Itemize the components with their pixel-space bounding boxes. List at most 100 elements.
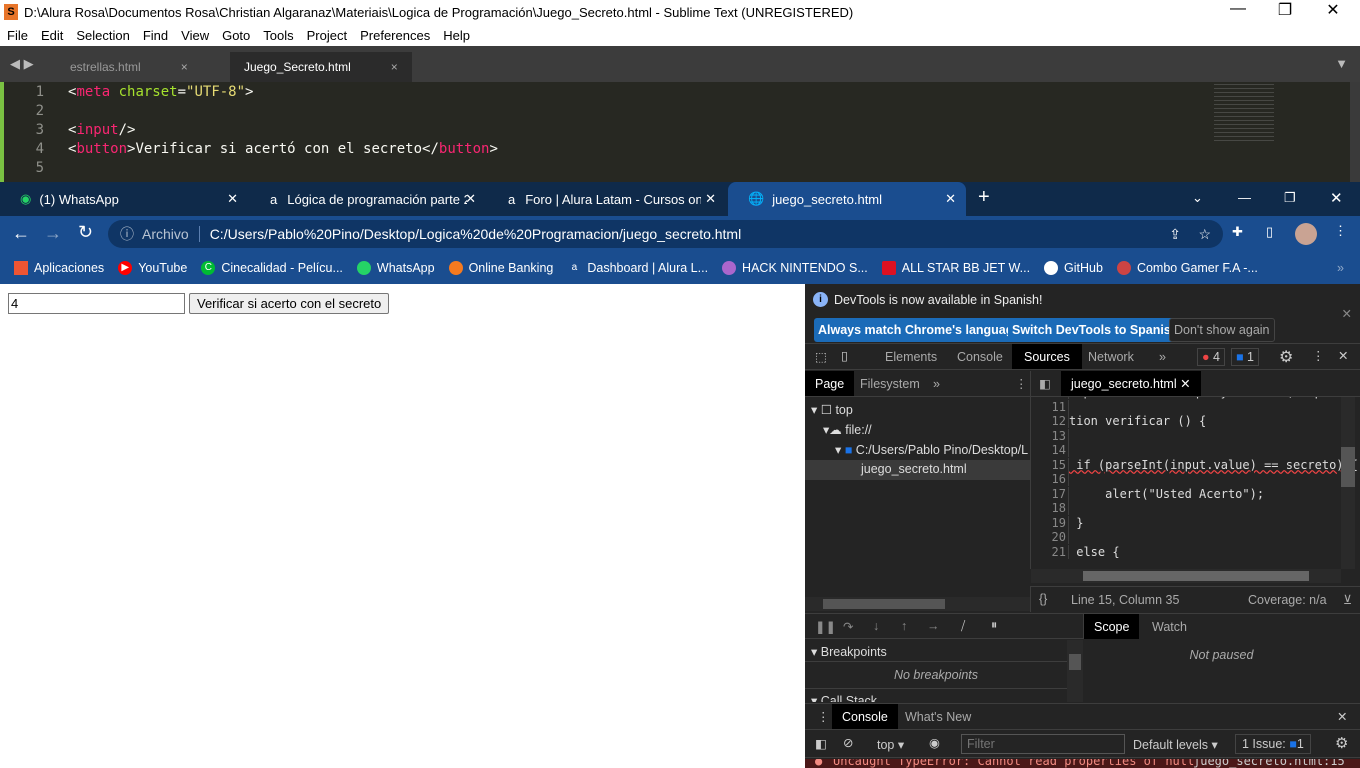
- bookmark-cinecalidad[interactable]: C Cinecalidad - Pelícu...: [201, 261, 343, 275]
- menu-view[interactable]: View: [181, 28, 209, 43]
- live-expression-eye-icon[interactable]: ◉: [929, 735, 940, 750]
- tree-item-top[interactable]: ▾ ☐ top: [811, 402, 853, 417]
- menu-goto[interactable]: Goto: [222, 28, 250, 43]
- close-tab-icon[interactable]: ✕: [227, 191, 238, 207]
- tab-drawer-console[interactable]: Console: [832, 704, 898, 729]
- menu-tools[interactable]: Tools: [263, 28, 293, 43]
- step-into-icon[interactable]: ↓: [873, 619, 879, 633]
- console-sidebar-icon[interactable]: ◧: [815, 736, 827, 751]
- minimize-button[interactable]: —: [1238, 190, 1251, 205]
- tab-elements[interactable]: Elements: [875, 344, 947, 369]
- forward-icon[interactable]: →: [44, 223, 62, 244]
- error-source-link[interactable]: juego_secreto.html:15: [1193, 759, 1345, 768]
- menu-find[interactable]: Find: [143, 28, 168, 43]
- more-nav-tabs-icon[interactable]: »: [923, 371, 950, 396]
- log-levels-dropdown[interactable]: Default levels ▾: [1133, 737, 1218, 752]
- tree-item-juego-secreto[interactable]: juego_secreto.html: [805, 460, 1030, 480]
- deactivate-breakpoints-icon[interactable]: ⧸: [961, 619, 965, 634]
- bookmark-online-banking[interactable]: Online Banking: [448, 261, 553, 275]
- tab-juego-secreto[interactable]: 🌐 juego_secreto.html ✕: [728, 182, 966, 216]
- tab-sources[interactable]: Sources: [1012, 344, 1082, 369]
- close-drawer-icon[interactable]: ✕: [1337, 709, 1347, 724]
- tab-search-icon[interactable]: ⌄: [1192, 190, 1203, 206]
- breakpoints-section[interactable]: ▾ Breakpoints: [805, 640, 1067, 662]
- restore-button[interactable]: ❐: [1284, 190, 1296, 206]
- back-icon[interactable]: ←: [12, 223, 30, 244]
- side-panel-icon[interactable]: ▯: [1266, 224, 1273, 240]
- tab-filesystem[interactable]: Filesystem: [850, 371, 930, 396]
- match-language-button[interactable]: Always match Chrome's language: [814, 318, 1025, 342]
- source-horizontal-scrollbar[interactable]: [1031, 569, 1341, 583]
- close-tab-icon[interactable]: ×: [391, 60, 398, 74]
- pretty-print-icon[interactable]: {}: [1039, 592, 1047, 606]
- tab-foro[interactable]: a Foro | Alura Latam - Cursos onlin ✕: [488, 182, 726, 216]
- console-settings-icon[interactable]: ⚙: [1335, 734, 1348, 752]
- tree-item-file[interactable]: ▾☁ file://: [823, 422, 872, 437]
- tab-dropdown-icon[interactable]: ▼: [1335, 56, 1348, 71]
- close-tab-icon[interactable]: ✕: [705, 191, 716, 207]
- url-text[interactable]: C:/Users/Pablo%20Pino/Desktop/Logica%20d…: [198, 226, 741, 242]
- bookmark-dashboard-alura[interactable]: a Dashboard | Alura L...: [567, 261, 708, 275]
- context-selector[interactable]: top ▾: [877, 737, 904, 752]
- tab-nav-arrows-icon[interactable]: ◀ ▶: [10, 56, 34, 72]
- toggle-navigator-icon[interactable]: ◧: [1039, 376, 1051, 391]
- settings-gear-icon[interactable]: ⚙: [1279, 347, 1293, 367]
- tab-scope[interactable]: Scope: [1084, 614, 1140, 639]
- bookmark-all-star[interactable]: ALL STAR BB JET W...: [881, 261, 1030, 275]
- switch-to-spanish-button[interactable]: Switch DevTools to Spanish: [1008, 318, 1183, 342]
- tab-file[interactable]: juego_secreto.html ✕: [1061, 371, 1201, 396]
- close-devtools-icon[interactable]: ✕: [1338, 348, 1348, 363]
- share-icon[interactable]: ⇪: [1169, 226, 1181, 243]
- drawer-menu-icon[interactable]: ⋮: [817, 709, 830, 724]
- bookmark-github[interactable]: GitHub: [1044, 261, 1103, 275]
- number-input[interactable]: [8, 293, 185, 314]
- source-vertical-scrollbar[interactable]: [1341, 397, 1355, 569]
- close-banner-icon[interactable]: ✕: [1342, 306, 1352, 321]
- menu-edit[interactable]: Edit: [41, 28, 63, 43]
- tab-estrellas[interactable]: estrellas.html ×: [56, 52, 202, 82]
- errors-badge[interactable]: ● 4: [1197, 348, 1225, 366]
- source-code-view[interactable]: 10input = document.querySelector("input"…: [1030, 397, 1360, 569]
- reload-icon[interactable]: ↻: [78, 222, 93, 243]
- tab-whatsapp[interactable]: ◉ (1) WhatsApp ✕: [0, 182, 248, 216]
- call-stack-section[interactable]: ▾ Call Stack: [805, 688, 1067, 702]
- close-tab-icon[interactable]: ×: [181, 60, 188, 74]
- minimize-button[interactable]: —: [1215, 0, 1261, 18]
- menu-preferences[interactable]: Preferences: [360, 28, 430, 43]
- issues-button[interactable]: 1 Issue: ■1: [1235, 734, 1311, 754]
- bookmark-apps[interactable]: Aplicaciones: [14, 261, 104, 275]
- navigator-scrollbar[interactable]: [805, 597, 1030, 611]
- bookmark-combo-gamer[interactable]: Combo Gamer F.A -...: [1116, 261, 1258, 275]
- minimap[interactable]: [1214, 84, 1274, 144]
- verify-button[interactable]: Verificar si acerto con el secreto: [189, 293, 390, 314]
- toggle-drawer-icon[interactable]: ⊻: [1343, 592, 1352, 607]
- close-button[interactable]: ✕: [1330, 189, 1343, 207]
- bookmark-hack-nintendo[interactable]: HACK NINTENDO S...: [722, 261, 868, 275]
- extensions-icon[interactable]: ✚: [1232, 224, 1243, 240]
- tab-console[interactable]: Console: [947, 344, 1013, 369]
- tab-page[interactable]: Page: [805, 371, 855, 396]
- more-options-icon[interactable]: ⋮: [1312, 348, 1325, 363]
- pause-on-exceptions-icon[interactable]: ⏸: [991, 618, 997, 633]
- inspect-element-icon[interactable]: ⬚: [815, 349, 827, 364]
- more-tabs-icon[interactable]: »: [1149, 344, 1176, 369]
- more-bookmarks-icon[interactable]: »: [1337, 261, 1344, 275]
- menu-file[interactable]: File: [7, 28, 28, 43]
- new-tab-button[interactable]: +: [978, 186, 990, 209]
- step-over-icon[interactable]: ↷: [843, 619, 853, 634]
- menu-icon[interactable]: ⋮: [1334, 223, 1347, 239]
- tab-watch[interactable]: Watch: [1142, 614, 1197, 639]
- bookmark-youtube[interactable]: ▶ YouTube: [118, 261, 187, 275]
- step-out-icon[interactable]: ↑: [901, 619, 907, 633]
- clear-console-icon[interactable]: ⊘: [843, 735, 853, 750]
- bookmark-star-icon[interactable]: ☆: [1198, 226, 1211, 243]
- scrollbar[interactable]: [1350, 82, 1360, 182]
- pause-icon[interactable]: ❚❚: [815, 619, 836, 634]
- address-bar[interactable]: ⓘ Archivo C:/Users/Pablo%20Pino/Desktop/…: [108, 220, 1223, 248]
- step-icon[interactable]: →: [927, 619, 940, 633]
- bookmark-whatsapp[interactable]: WhatsApp: [356, 261, 435, 275]
- device-toolbar-icon[interactable]: ▯: [841, 348, 848, 363]
- sidebar-scrollbar[interactable]: [1067, 640, 1083, 702]
- close-button[interactable]: ✕: [1310, 0, 1356, 20]
- close-tab-icon[interactable]: ✕: [465, 191, 476, 207]
